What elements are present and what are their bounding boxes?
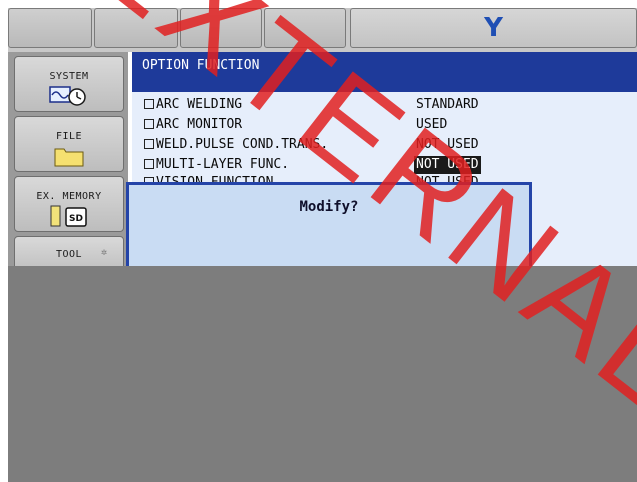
tool-icon: ✲ [101,247,108,258]
option-value[interactable]: STANDARD [414,96,481,114]
option-name: WELD.PULSE COND.TRANS. [156,137,329,152]
menu-label-system: SYSTEM [49,71,89,82]
option-row[interactable]: ARC MONITOR [144,116,242,134]
main-menu: SYSTEM FILE EX. MEMORY SD TOOL ✲ [8,52,128,276]
svg-text:SD: SD [69,214,83,224]
modify-dialog: Modify? [126,182,532,272]
system-clock-icon [49,86,86,106]
menu-button-system[interactable]: SYSTEM [14,56,124,112]
panel-title-bar: OPTION FUNCTION [132,52,637,92]
menu-label-file: FILE [55,131,83,142]
option-row[interactable]: ARC WELDING [144,96,242,114]
folder-icon [54,148,84,167]
top-tab-4[interactable] [264,8,346,48]
option-value-selected[interactable]: NOT USED [414,156,481,174]
option-name: ARC MONITOR [156,117,243,132]
top-tab-1[interactable] [8,8,92,48]
top-tab-3[interactable] [180,8,262,48]
top-tab-bar: Y [8,8,637,52]
option-value[interactable]: NOT USED [414,136,481,154]
option-value[interactable]: USED [414,116,449,134]
panel-title: OPTION FUNCTION [142,58,260,73]
brand-logo-tab: Y [350,8,637,48]
top-tab-2[interactable] [94,8,178,48]
option-name: ARC WELDING [156,97,243,112]
option-name: MULTI-LAYER FUNC. [156,157,290,172]
menu-button-ex-memory[interactable]: EX. MEMORY SD [14,176,124,232]
checkbox-icon[interactable] [144,139,154,149]
option-row[interactable]: WELD.PULSE COND.TRANS. [144,136,328,154]
dialog-message: Modify? [299,199,359,215]
menu-label-ex-memory: EX. MEMORY [36,191,102,202]
checkbox-icon[interactable] [144,159,154,169]
checkbox-icon[interactable] [144,99,154,109]
checkbox-icon[interactable] [144,119,154,129]
option-row[interactable]: MULTI-LAYER FUNC. [144,156,289,174]
sd-card-icon: SD [50,205,87,227]
brand-logo: Y [484,13,503,43]
obscured-area [8,266,637,482]
menu-button-file[interactable]: FILE [14,116,124,172]
